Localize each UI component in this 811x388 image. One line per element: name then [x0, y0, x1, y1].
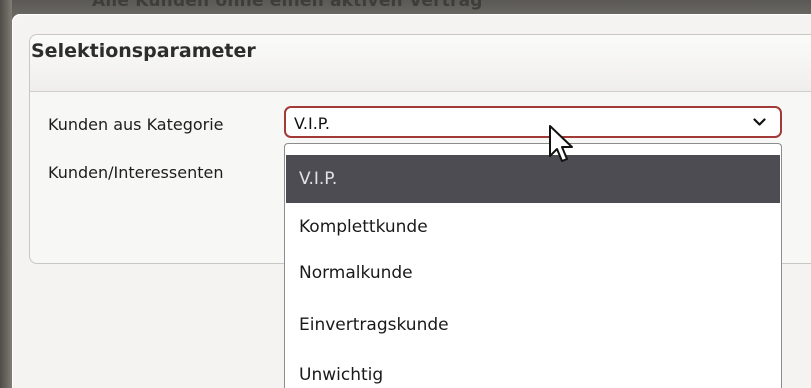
option-label: Komplettkunde — [299, 217, 428, 237]
category-select-value: V.I.P. — [294, 114, 331, 133]
option-label: V.I.P. — [299, 169, 338, 189]
option-label: Unwichtig — [299, 365, 384, 385]
category-dropdown-list: V.I.P. Komplettkunde Normalkunde Einvert… — [284, 143, 782, 388]
option-label: Normalkunde — [299, 263, 413, 283]
kunden-interessenten-label: Kunden/Interessenten — [48, 163, 224, 182]
chevron-down-icon[interactable] — [753, 117, 766, 127]
window-left-edge — [0, 0, 12, 388]
dropdown-option-komplettkunde[interactable]: Komplettkunde — [286, 203, 780, 251]
category-select[interactable]: V.I.P. — [284, 106, 782, 138]
dropdown-option-normalkunde[interactable]: Normalkunde — [286, 249, 780, 297]
dropdown-option-vip[interactable]: V.I.P. — [286, 155, 780, 203]
window-title: Alle Kunden ohne einen aktiven Vertrag — [92, 0, 483, 11]
dropdown-option-unwichtig[interactable]: Unwichtig — [286, 351, 780, 388]
option-label: Einvertragskunde — [299, 315, 449, 335]
category-label: Kunden aus Kategorie — [48, 115, 224, 134]
dropdown-option-einvertragskunde[interactable]: Einvertragskunde — [286, 301, 780, 349]
mouse-pointer-icon — [549, 125, 573, 162]
group-title: Selektionsparameter — [31, 40, 256, 62]
